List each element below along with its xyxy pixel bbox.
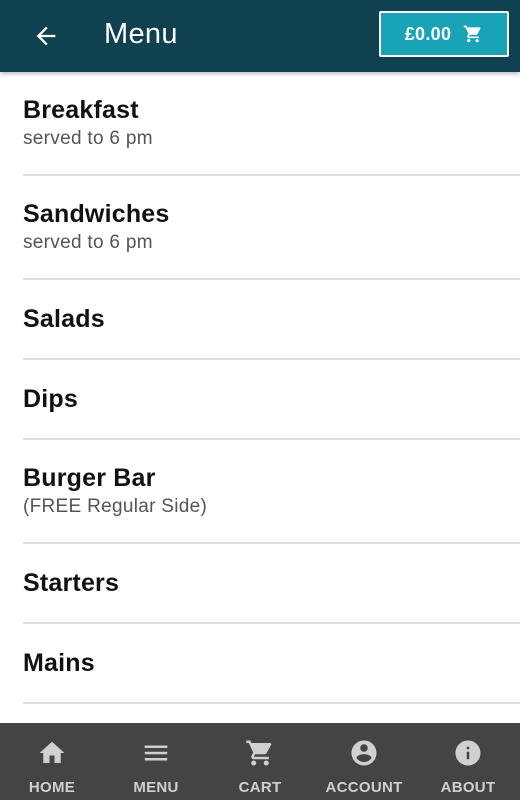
menu-item-burger-bar[interactable]: Burger Bar (FREE Regular Side) [23,440,520,544]
menu-item-mains[interactable]: Mains [23,624,520,704]
page-title: Menu [104,18,178,50]
nav-about[interactable]: ABOUT [416,723,520,800]
nav-label: CART [238,779,282,796]
menu-item-breakfast[interactable]: Breakfast served to 6 pm [23,72,520,176]
nav-label: ACCOUNT [325,779,403,796]
menu-item-subtitle: served to 6 pm [23,232,153,253]
menu-item-subtitle: (FREE Regular Side) [23,496,208,517]
menu-item-title: Salads [23,305,105,333]
menu-item-starters[interactable]: Starters [23,544,520,624]
info-icon [455,740,481,766]
menu-item-subtitle: served to 6 pm [23,128,153,149]
arrow-left-icon [36,26,56,46]
cart-icon [246,740,272,766]
account-icon [351,740,377,766]
cart-icon [464,25,481,43]
app-screen: Menu £0.00 Breakfast served to 6 pm Sand… [0,0,520,800]
nav-menu[interactable]: MENU [104,723,208,800]
nav-cart[interactable]: CART [208,723,312,800]
menu-item-title: Sandwiches [23,200,170,228]
nav-label: MENU [133,779,179,796]
nav-home[interactable]: HOME [0,723,104,800]
menu-item-salads[interactable]: Salads [23,280,520,360]
app-header: Menu £0.00 [0,0,520,72]
bottom-navigation: HOME MENU CART ACCOUNT ABOUT [0,723,520,800]
menu-item-sandwiches[interactable]: Sandwiches served to 6 pm [23,176,520,280]
menu-item-dips[interactable]: Dips [23,360,520,440]
menu-item-title: Dips [23,385,78,413]
nav-account[interactable]: ACCOUNT [312,723,416,800]
menu-item-title: Starters [23,569,120,597]
menu-category-list: Breakfast served to 6 pm Sandwiches serv… [0,72,520,704]
nav-label: HOME [28,779,76,796]
menu-item-title: Mains [23,649,95,677]
nav-label: ABOUT [440,779,496,796]
menu-item-title: Breakfast [23,96,139,124]
cart-total: £0.00 [404,23,452,44]
header-cart-button[interactable]: £0.00 [379,11,509,57]
home-icon [39,741,65,763]
back-button[interactable] [28,18,64,54]
menu-icon [144,745,168,761]
menu-item-title: Burger Bar [23,464,156,492]
